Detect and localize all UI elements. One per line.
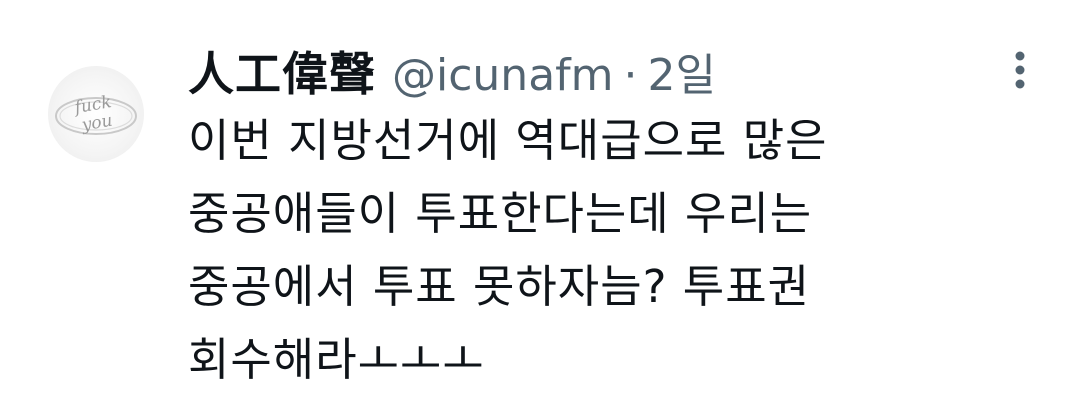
tweet-text-line: 이번 지방선거에 역대급으로 많은 <box>188 114 828 167</box>
tweet-header: 人工偉聲 @icunafm · 2일 <box>188 38 716 101</box>
more-options-button[interactable] <box>1000 44 1040 96</box>
tweet-timestamp[interactable]: 2일 <box>648 39 716 103</box>
more-vertical-icon <box>1015 51 1025 89</box>
tweet-text-line: 회수해라ㅗㅗㅗ <box>188 333 485 386</box>
svg-text:you: you <box>79 111 114 136</box>
avatar[interactable]: fuck you <box>48 66 144 162</box>
tweet-text-line: 중공애들이 투표한다는데 우리는 <box>188 187 813 240</box>
author-handle[interactable]: @icunafm <box>392 50 614 101</box>
tweet-text: 이번 지방선거에 역대급으로 많은 중공애들이 투표한다는데 우리는 중공에서 … <box>188 104 1048 396</box>
tweet[interactable]: fuck you 人工偉聲 @icunafm · 2일 이번 지방선거에 역대급… <box>0 0 1080 412</box>
author-display-name[interactable]: 人工偉聲 <box>188 38 376 104</box>
separator-dot: · <box>623 50 638 101</box>
ring-icon: fuck you <box>55 92 137 136</box>
tweet-text-line: 중공에서 투표 못하자늠? 투표권 <box>188 260 810 313</box>
